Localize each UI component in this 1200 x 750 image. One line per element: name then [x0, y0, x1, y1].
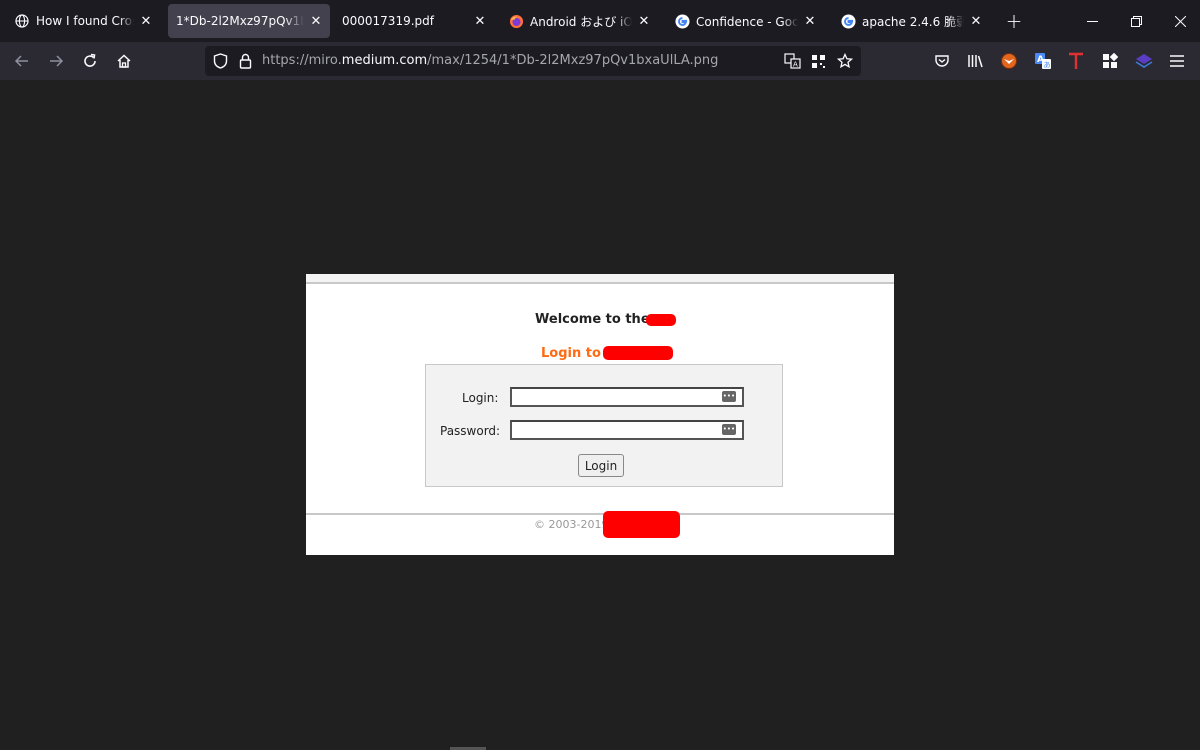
tab-active-image[interactable]: 1*Db-2l2Mxz97pQv1bxaUlLA ✕: [168, 4, 330, 38]
header-bar: [306, 274, 894, 284]
google-icon: [840, 13, 856, 29]
redaction-mark: [603, 346, 673, 360]
close-icon: [1174, 15, 1186, 27]
firefox-icon: [508, 13, 524, 29]
close-icon[interactable]: ✕: [138, 13, 154, 29]
close-icon[interactable]: ✕: [636, 13, 652, 29]
password-manager-icon[interactable]: •••: [722, 424, 736, 435]
login-page-image: Welcome to the Login to Login: ••• Passw…: [306, 274, 894, 555]
extension-fox-icon[interactable]: [999, 51, 1019, 71]
tab-title: apache 2.4.6 脆弱性 - G: [862, 14, 964, 29]
shield-icon[interactable]: [211, 52, 229, 70]
translate-icon[interactable]: A: [783, 52, 801, 70]
login-to-heading: Login to: [541, 346, 601, 361]
pocket-icon[interactable]: [932, 51, 952, 71]
globe-icon: [14, 13, 30, 29]
tab-android-ios[interactable]: Android および iOS 用 F ✕: [498, 4, 658, 38]
url-host: medium.com: [341, 53, 428, 68]
home-button[interactable]: [110, 47, 138, 75]
tab-how-i-found[interactable]: How I found Cross-Site ✕: [4, 4, 160, 38]
tab-strip: How I found Cross-Site ✕ 1*Db-2l2Mxz97pQ…: [0, 0, 1200, 42]
text-extension-icon[interactable]: [1066, 51, 1086, 71]
svg-text:A: A: [793, 61, 798, 69]
welcome-heading: Welcome to the: [535, 312, 650, 327]
tab-apache[interactable]: apache 2.4.6 脆弱性 - G ✕: [830, 4, 990, 38]
tab-title: Confidence - Google 翻: [696, 14, 798, 29]
footer-divider: [306, 513, 894, 515]
address-bar[interactable]: https://miro.medium.com/max/1254/1*Db-2l…: [205, 46, 861, 76]
translate-extension-icon[interactable]: Aあ: [1033, 51, 1053, 71]
copyright-text: © 2003-2019: [534, 518, 609, 531]
reload-button[interactable]: [76, 47, 104, 75]
redaction-mark: [646, 314, 676, 326]
url-path: /max/1254/1*Db-2l2Mxz97pQv1bxaUlLA.png: [427, 53, 719, 68]
arrow-left-icon: [14, 55, 28, 67]
minimize-icon: [1086, 20, 1098, 22]
login-label: Login:: [462, 391, 499, 405]
restore-button[interactable]: [1116, 8, 1156, 34]
home-icon: [117, 54, 131, 68]
url-text: https://miro.medium.com/max/1254/1*Db-2l…: [262, 53, 718, 68]
minimize-button[interactable]: [1072, 8, 1112, 34]
tab-pdf[interactable]: 000017319.pdf ✕: [334, 4, 494, 38]
reload-icon: [84, 53, 96, 67]
menu-icon[interactable]: [1167, 51, 1187, 71]
close-icon[interactable]: ✕: [968, 13, 984, 29]
restore-icon: [1130, 15, 1142, 27]
arrow-right-icon: [50, 55, 64, 67]
back-button[interactable]: [8, 47, 36, 75]
close-icon[interactable]: ✕: [802, 13, 818, 29]
tab-title: 000017319.pdf: [342, 14, 434, 28]
redaction-mark: [603, 511, 680, 538]
login-input[interactable]: •••: [510, 387, 744, 407]
layers-extension-icon[interactable]: [1134, 51, 1154, 71]
navigation-bar: https://miro.medium.com/max/1254/1*Db-2l…: [0, 42, 1200, 80]
tab-confidence-google[interactable]: Confidence - Google 翻 ✕: [664, 4, 824, 38]
tab-title: Android および iOS 用 F: [530, 14, 632, 29]
close-window-button[interactable]: [1160, 8, 1200, 34]
library-icon[interactable]: [965, 51, 985, 71]
login-button[interactable]: Login: [578, 454, 624, 477]
forward-button[interactable]: [42, 47, 70, 75]
close-icon[interactable]: ✕: [308, 13, 324, 29]
password-manager-icon[interactable]: •••: [722, 391, 736, 402]
star-icon[interactable]: [836, 52, 854, 70]
google-icon: [674, 13, 690, 29]
tab-title: How I found Cross-Site: [36, 14, 134, 28]
login-form: Login: ••• Password: ••• Login: [425, 364, 783, 487]
qr-code-icon[interactable]: [809, 52, 827, 70]
lock-icon[interactable]: [236, 52, 254, 70]
tab-title: 1*Db-2l2Mxz97pQv1bxaUlLA: [176, 14, 304, 28]
password-input[interactable]: •••: [510, 420, 744, 440]
url-prefix: https://miro.: [262, 53, 342, 68]
password-label: Password:: [440, 424, 501, 438]
extensions-grid-icon[interactable]: [1100, 51, 1120, 71]
close-icon[interactable]: ✕: [472, 13, 488, 29]
new-tab-button[interactable]: +: [1000, 8, 1028, 34]
svg-text:あ: あ: [1044, 61, 1051, 69]
